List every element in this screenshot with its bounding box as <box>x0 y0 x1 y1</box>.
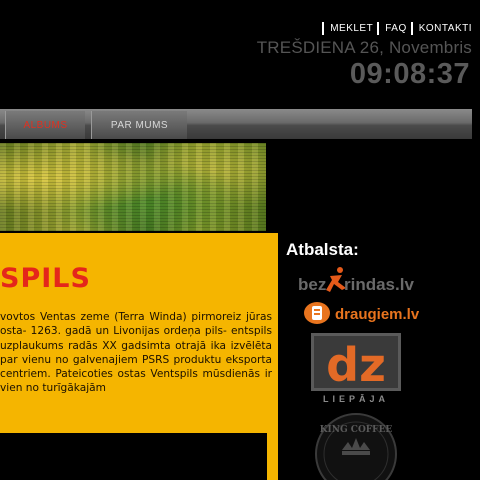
search-link[interactable]: MEKLET <box>330 23 373 34</box>
faq-link[interactable]: FAQ <box>385 23 407 34</box>
tab-albums[interactable]: ALBUMS <box>5 111 85 139</box>
nav-separator <box>377 22 380 35</box>
content-panel: SPILS vovtos Ventas zeme (Terra Winda) p… <box>0 233 278 480</box>
content-paragraph: vovtos Ventas zeme (Terra Winda) pirmore… <box>0 311 272 395</box>
content-heading: SPILS <box>0 263 91 294</box>
runner-icon <box>326 267 346 292</box>
draugiem-logo[interactable]: draugiem.lv <box>303 300 419 326</box>
nav-separator <box>322 22 325 35</box>
draugiem-icon <box>304 302 330 324</box>
draugiem-text: draugiem.lv <box>335 306 419 323</box>
sponsors-title: Atbalsta: <box>286 240 359 259</box>
banner-image <box>0 143 266 231</box>
banner-texture <box>0 143 266 231</box>
content-footer-block <box>0 433 270 480</box>
top-navigation: MEKLET FAQ KONTAKTI <box>318 22 472 35</box>
king-coffee-logo[interactable]: KING COFFEE <box>310 410 402 480</box>
dz-text: dz <box>326 338 386 392</box>
bezrindas-text-part2: rindas.lv <box>344 275 414 294</box>
king-coffee-text: KING COFFEE <box>320 425 393 435</box>
current-date: TREŠDIENA 26, Novembris <box>256 38 472 57</box>
main-navbar: ALBUMS PAR MUMS <box>0 109 472 139</box>
current-time: 09:08:37 <box>349 58 470 90</box>
dz-liepaja-logo[interactable]: dz LIEPĀJA <box>309 333 403 405</box>
tab-about-us[interactable]: PAR MUMS <box>91 111 187 139</box>
liepaja-text: LIEPĀJA <box>323 394 389 404</box>
nav-separator <box>410 22 413 35</box>
bezrindas-text-part1: bez <box>298 275 326 294</box>
bezrindas-logo[interactable]: bez rindas.lv <box>296 266 418 296</box>
contacts-link[interactable]: KONTAKTI <box>419 23 472 34</box>
